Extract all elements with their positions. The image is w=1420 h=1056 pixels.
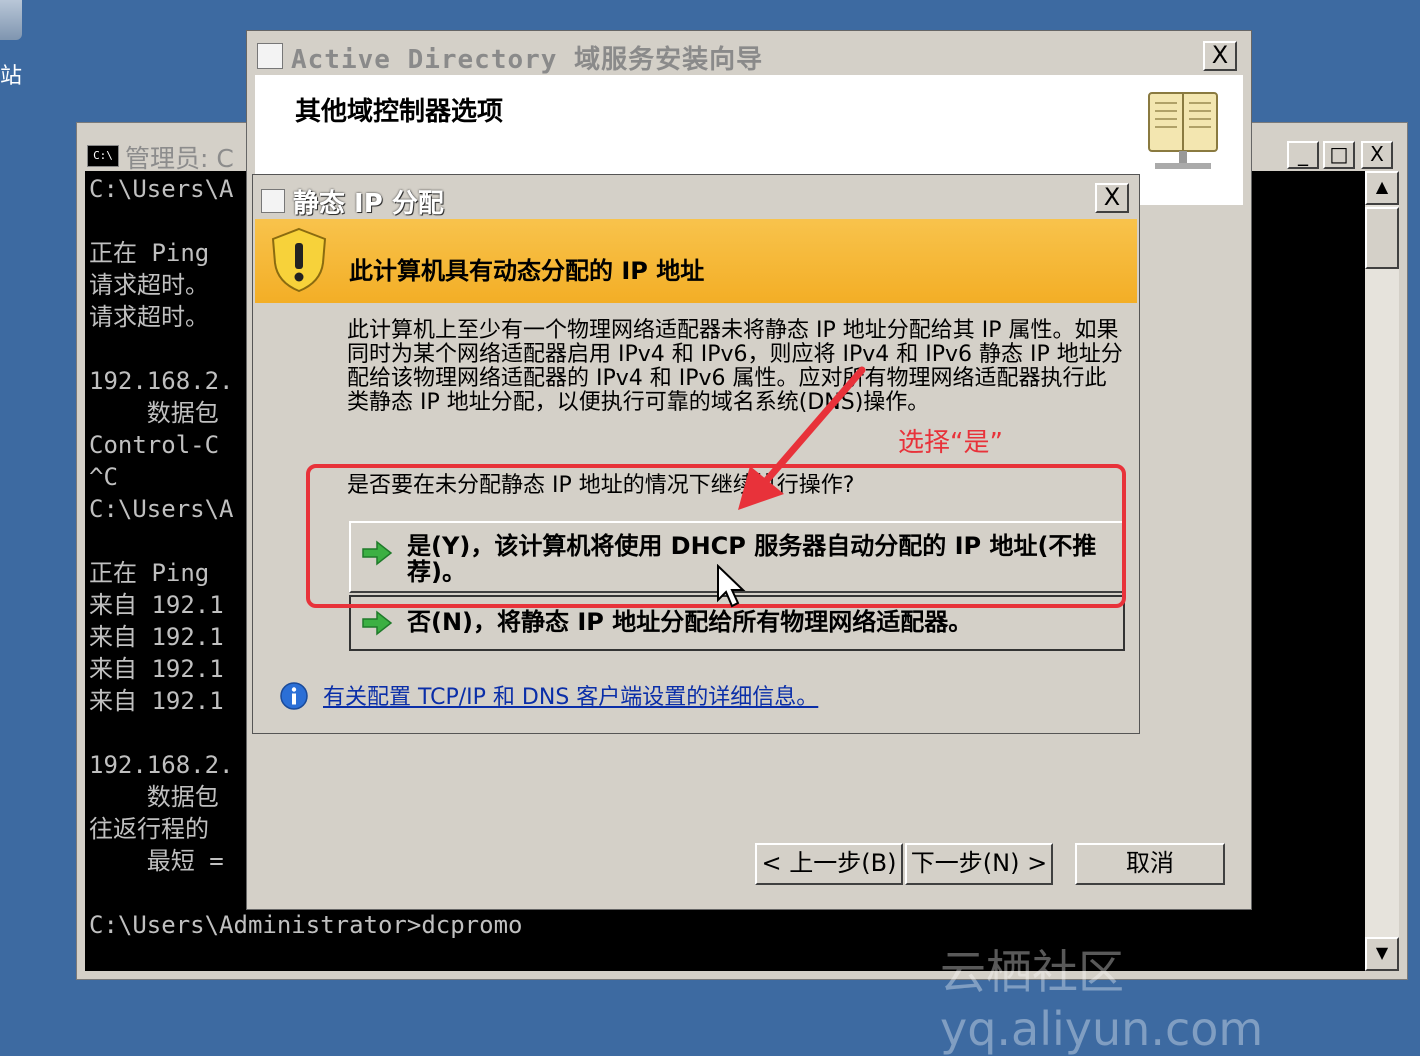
dialog-app-icon bbox=[261, 189, 285, 213]
wizard-close-button[interactable]: X bbox=[1203, 41, 1237, 71]
console-title: 管理员: C bbox=[125, 144, 234, 173]
back-button[interactable]: < 上一步(B) bbox=[755, 843, 903, 885]
console-icon: C:\ bbox=[87, 145, 119, 167]
desktop-icon-label: 站 bbox=[0, 64, 23, 89]
option-no-label: 否(N)，将静态 IP 地址分配给所有物理网络适配器。 bbox=[407, 608, 973, 636]
mouse-cursor-icon bbox=[717, 564, 746, 608]
scroll-up-button[interactable]: ▲ bbox=[1365, 171, 1399, 205]
banner-text: 此计算机具有动态分配的 IP 地址 bbox=[349, 257, 705, 285]
wizard-app-icon bbox=[257, 43, 283, 69]
info-icon bbox=[280, 682, 308, 710]
watermark: 云栖社区 yq.aliyun.com bbox=[940, 945, 1264, 1056]
desktop-recycle-icon[interactable] bbox=[0, 0, 22, 40]
dialog-close-button[interactable]: X bbox=[1095, 183, 1129, 213]
annotation-text: 选择“是” bbox=[898, 428, 1003, 458]
scroll-thumb[interactable] bbox=[1365, 207, 1399, 269]
warning-banner: 此计算机具有动态分配的 IP 地址 bbox=[255, 219, 1137, 303]
console-close-button[interactable]: X bbox=[1361, 141, 1393, 169]
maximize-button[interactable]: □ bbox=[1323, 141, 1355, 169]
cancel-button[interactable]: 取消 bbox=[1075, 843, 1225, 885]
wizard-titlebar[interactable]: Active Directory 域服务安装向导 X bbox=[255, 37, 1243, 75]
green-arrow-icon bbox=[362, 610, 393, 636]
next-button[interactable]: 下一步(N) > bbox=[905, 843, 1053, 885]
console-line: C:\Users\Administrator>dcpromo bbox=[89, 911, 523, 939]
warning-shield-icon bbox=[271, 227, 327, 293]
wizard-heading: 其他域控制器选项 bbox=[295, 97, 504, 127]
tcpip-dns-info-link[interactable]: 有关配置 TCP/IP 和 DNS 客户端设置的详细信息。 bbox=[323, 679, 818, 711]
dialog-titlebar[interactable]: 静态 IP 分配 X bbox=[257, 179, 1135, 219]
annotation-arrow-icon bbox=[738, 366, 866, 510]
static-ip-dialog: 静态 IP 分配 X 此计算机具有动态分配的 IP 地址 此计算机上至少有一个物… bbox=[252, 174, 1140, 734]
wizard-title: Active Directory 域服务安装向导 bbox=[291, 45, 764, 75]
dialog-title: 静态 IP 分配 bbox=[293, 189, 444, 219]
book-icon bbox=[1148, 92, 1218, 169]
minimize-button[interactable]: _ bbox=[1287, 141, 1319, 169]
console-scrollbar[interactable]: ▲ ▼ bbox=[1365, 171, 1399, 971]
